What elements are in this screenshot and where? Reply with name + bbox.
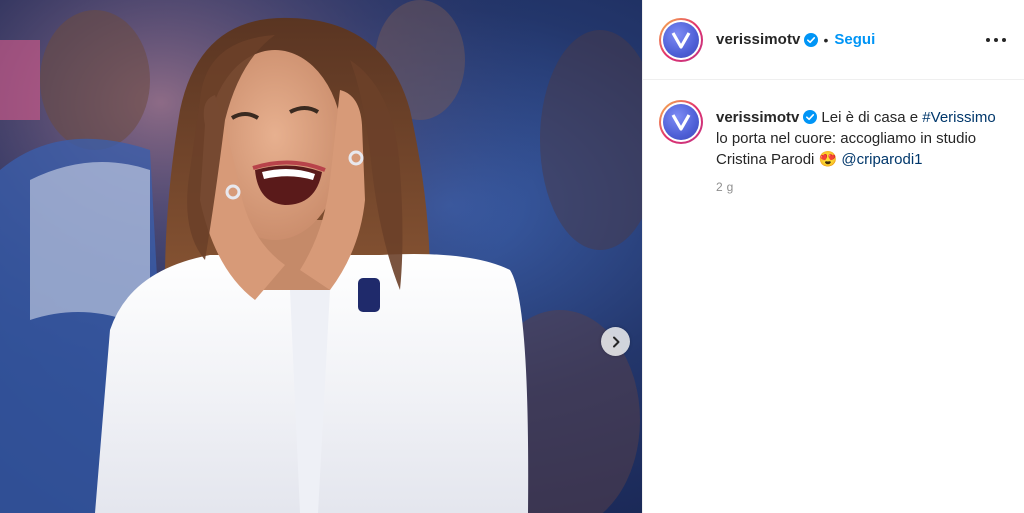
avatar[interactable]: [659, 17, 703, 62]
avatar-ring: [661, 102, 701, 142]
caption-avatar[interactable]: [659, 100, 703, 144]
verissimo-logo-mark: [671, 31, 691, 49]
more-dot: [1002, 38, 1006, 42]
separator-dot: •: [823, 31, 829, 48]
verified-badge-icon: [803, 109, 818, 124]
post-photo: [0, 0, 642, 513]
hashtag-link[interactable]: #Verissimo: [922, 109, 995, 126]
avatar-ring: [661, 19, 701, 60]
emoji: 😍: [818, 151, 838, 168]
post-timestamp[interactable]: 2 g: [716, 180, 1024, 194]
next-image-button[interactable]: [601, 327, 630, 356]
verified-badge-icon: [804, 32, 819, 47]
caption: verissimotv Lei è di casa e #Verissimo l…: [643, 80, 1024, 170]
verissimo-logo: [663, 104, 699, 140]
instagram-post: verissimotv • Segui verissimotv Lei è di…: [0, 0, 1024, 513]
username[interactable]: verissimotv: [716, 31, 800, 48]
chevron-right-icon: [612, 336, 619, 347]
post-header: verissimotv • Segui: [643, 0, 1024, 80]
more-options-icon[interactable]: [986, 31, 1006, 49]
caption-text: verissimotv Lei è di casa e #Verissimo l…: [716, 107, 1006, 170]
caption-username[interactable]: verissimotv: [716, 109, 799, 126]
caption-text-part: Lei è di casa e: [821, 109, 923, 126]
more-dot: [994, 38, 998, 42]
post-side-panel: verissimotv • Segui verissimotv Lei è di…: [642, 0, 1024, 513]
verissimo-logo: [663, 21, 699, 58]
more-dot: [986, 38, 990, 42]
mention-link[interactable]: @criparodi1: [841, 151, 922, 168]
post-image[interactable]: [0, 0, 642, 513]
verissimo-logo-mark: [671, 114, 691, 131]
follow-button[interactable]: Segui: [834, 31, 875, 48]
